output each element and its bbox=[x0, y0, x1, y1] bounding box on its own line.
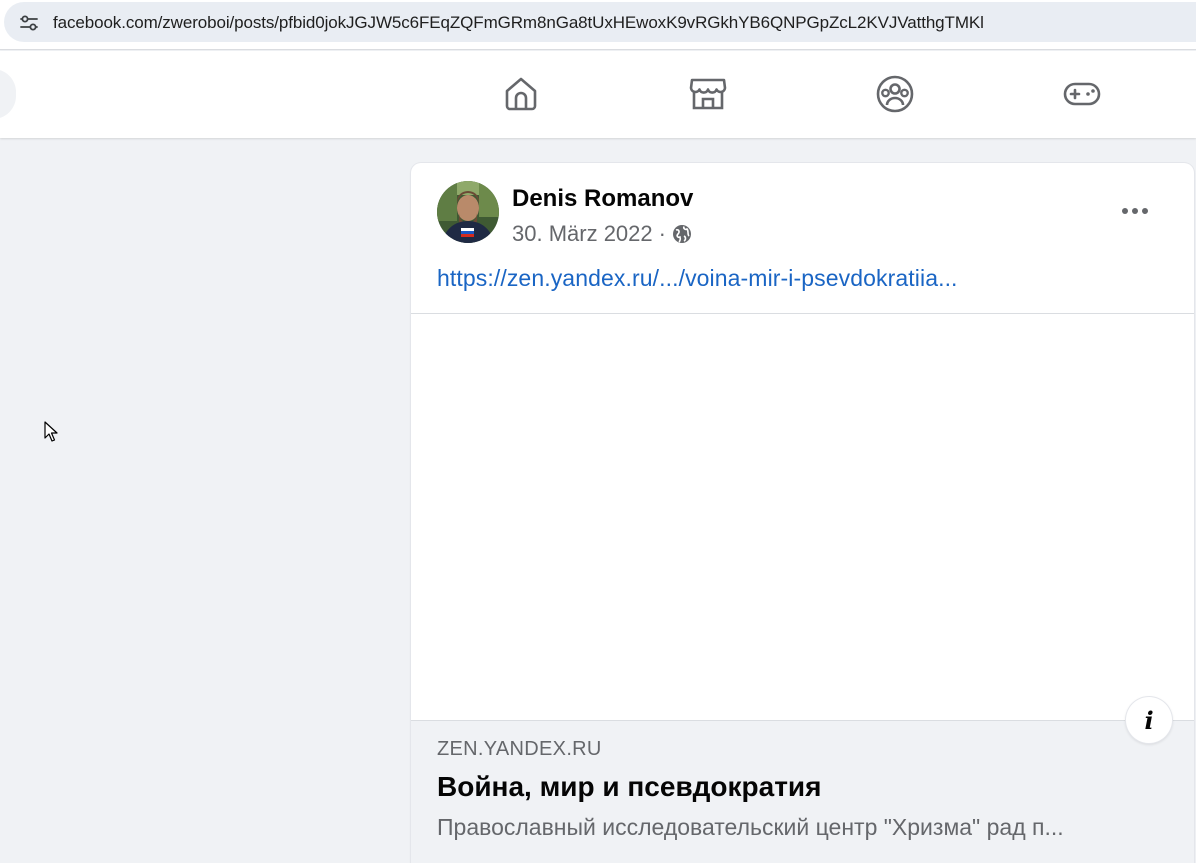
groups-icon[interactable] bbox=[875, 74, 915, 114]
site-info-icon[interactable] bbox=[19, 13, 39, 33]
post-link[interactable]: https://zen.yandex.ru/.../voina-mir-i-ps… bbox=[437, 265, 958, 292]
preview-title[interactable]: Война, мир и псевдократия bbox=[437, 771, 821, 803]
marketplace-icon[interactable] bbox=[688, 74, 728, 114]
post-card: Denis Romanov 30. März 2022 · https://ze… bbox=[411, 163, 1194, 863]
more-options-icon[interactable] bbox=[1115, 193, 1155, 229]
globe-icon[interactable] bbox=[672, 224, 692, 244]
post-date[interactable]: 30. März 2022 bbox=[512, 221, 653, 247]
avatar[interactable] bbox=[437, 181, 499, 243]
gaming-icon[interactable] bbox=[1062, 74, 1102, 114]
link-preview[interactable]: ZEN.YANDEX.RU Война, мир и псевдократия … bbox=[411, 720, 1194, 863]
info-icon[interactable]: i bbox=[1126, 697, 1172, 743]
facebook-top-nav bbox=[0, 51, 1196, 138]
browser-address-bar: facebook.com/zweroboi/posts/pfbid0jokJGJ… bbox=[0, 0, 1196, 50]
link-preview-image[interactable] bbox=[411, 314, 1194, 721]
post-author-name[interactable]: Denis Romanov bbox=[512, 185, 693, 213]
search-button[interactable] bbox=[0, 69, 16, 119]
post-meta: 30. März 2022 · bbox=[512, 221, 692, 247]
url-text[interactable]: facebook.com/zweroboi/posts/pfbid0jokJGJ… bbox=[53, 13, 984, 33]
meta-separator: · bbox=[658, 221, 666, 246]
preview-description: Православный исследовательский центр "Хр… bbox=[437, 814, 1064, 840]
url-field[interactable]: facebook.com/zweroboi/posts/pfbid0jokJGJ… bbox=[4, 2, 1196, 42]
home-icon[interactable] bbox=[501, 74, 541, 114]
avatar-photo bbox=[437, 181, 499, 243]
preview-domain: ZEN.YANDEX.RU bbox=[437, 738, 602, 760]
mouse-cursor-icon bbox=[44, 421, 58, 442]
